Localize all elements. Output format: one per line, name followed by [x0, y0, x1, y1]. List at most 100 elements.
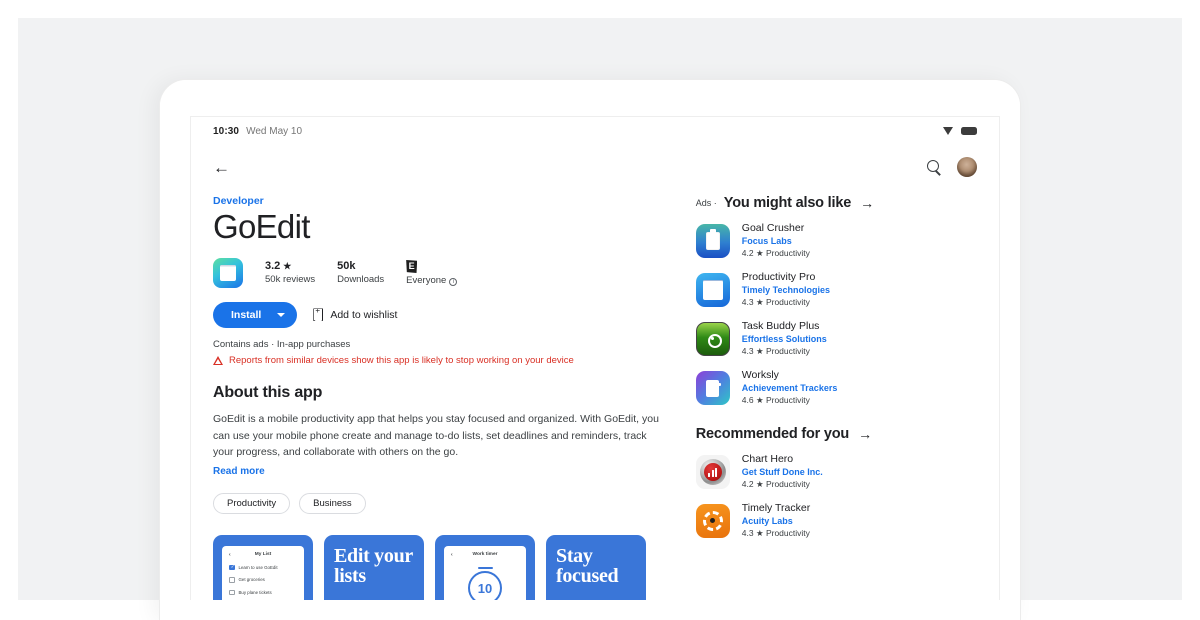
list-item[interactable]: Chart Hero Get Stuff Done Inc. 4.2 ★ Pro…	[695, 453, 979, 490]
content-rating-text: Everyone	[406, 274, 447, 286]
app-icon-task-buddy-plus	[695, 321, 730, 356]
content-rating-icon: E	[406, 259, 418, 273]
warning-text: Reports from similar devices show this a…	[229, 354, 574, 366]
wifi-icon	[943, 126, 954, 136]
app-rating: 4.3 ★ Productivity	[741, 297, 810, 307]
checkbox-checked-icon	[229, 564, 235, 571]
timer-graphic: 10	[451, 566, 519, 600]
status-date: Wed May 10	[246, 125, 303, 137]
app-developer[interactable]: Focus Labs	[742, 236, 810, 246]
app-screen: 10:30 Wed May 10 ← Developer GoEdit 3.2 …	[190, 116, 1000, 600]
app-info: Worksly Achievement Trackers 4.6 ★ Produ…	[742, 369, 838, 406]
app-name: Worksly	[741, 369, 779, 381]
arrow-right-icon[interactable]: →	[858, 426, 872, 442]
arrow-right-icon[interactable]: →	[860, 195, 874, 211]
chip-business[interactable]: Business	[299, 492, 366, 514]
rail-header-ads: Ads · You might also like →	[696, 195, 979, 211]
ads-label: Ads ·	[695, 198, 717, 208]
about-description: GoEdit is a mobile productivity app that…	[213, 412, 659, 459]
app-info: Chart Hero Get Stuff Done Inc. 4.2 ★ Pro…	[742, 453, 823, 490]
preview-header: ‹ My List	[229, 552, 297, 558]
app-name: Task Buddy Plus	[741, 320, 820, 332]
app-icon-goal-crusher	[695, 223, 730, 258]
rail-title: You might also like	[723, 195, 852, 211]
list-item[interactable]: Timely Tracker Acuity Labs 4.3 ★ Product…	[695, 502, 979, 539]
status-bar: 10:30 Wed May 10	[191, 117, 999, 145]
app-title: GoEdit	[213, 208, 310, 245]
app-developer[interactable]: Get Stuff Done Inc.	[742, 467, 823, 477]
search-icon[interactable]	[927, 160, 941, 174]
app-developer[interactable]: Effortless Solutions	[742, 334, 827, 344]
chevron-down-icon[interactable]	[277, 312, 286, 317]
screenshot-card[interactable]: Stay focused	[546, 534, 646, 600]
app-sub-meta: Contains ads · In-app purchases	[213, 338, 351, 350]
screenshot-card[interactable]: ‹ My List Learn to use GoEdit Get grocer…	[213, 534, 313, 600]
warning-triangle-icon	[213, 355, 223, 365]
checkbox-icon	[229, 577, 235, 583]
app-name: Chart Hero	[741, 453, 794, 465]
list-item[interactable]: Worksly Achievement Trackers 4.6 ★ Produ…	[695, 369, 979, 406]
app-developer[interactable]: Achievement Trackers	[742, 383, 838, 393]
read-more-link[interactable]: Read more	[213, 466, 660, 477]
screenshot-caption: Stay focused	[556, 544, 619, 588]
app-icon-timely-tracker	[695, 503, 730, 538]
star-icon: ★	[283, 260, 292, 271]
app-name: Productivity Pro	[741, 271, 816, 283]
rating-value: 3.2	[265, 260, 281, 273]
app-info: Productivity Pro Timely Technologies 4.3…	[742, 271, 830, 308]
wishlist-label: Add to wishlist	[330, 308, 398, 321]
nav-actions	[927, 157, 977, 177]
downloads-stat: 50k Downloads	[337, 260, 384, 285]
category-chips: Productivity Business	[213, 492, 660, 514]
avatar[interactable]	[957, 157, 977, 177]
ads-app-list: Goal Crusher Focus Labs 4.2 ★ Productivi…	[695, 222, 979, 406]
recommended-app-list: Chart Hero Get Stuff Done Inc. 4.2 ★ Pro…	[695, 453, 979, 539]
install-label: Install	[231, 308, 262, 321]
developer-link[interactable]: Developer	[213, 195, 660, 207]
list-item[interactable]: Goal Crusher Focus Labs 4.2 ★ Productivi…	[695, 222, 979, 259]
app-icon-worksly	[695, 370, 730, 405]
screenshot-list-preview: ‹ My List Learn to use GoEdit Get grocer…	[222, 545, 304, 600]
bar-chart-icon	[708, 467, 718, 477]
content-rating-label: Everyone i	[406, 274, 458, 286]
app-rating: 4.2 ★ Productivity	[741, 248, 810, 258]
chip-productivity[interactable]: Productivity	[213, 492, 291, 514]
screenshot-gallery[interactable]: ‹ My List Learn to use GoEdit Get grocer…	[213, 534, 660, 600]
app-icon-chart-hero	[695, 454, 730, 489]
app-detail-column: Developer GoEdit 3.2 ★ 50k reviews 50k D…	[191, 195, 682, 600]
screenshot-timer-preview: ‹ Work timer 10	[444, 545, 526, 600]
list-item-label: Get groceries	[238, 577, 265, 583]
list-item: Get groceries	[229, 577, 297, 583]
screenshot-card[interactable]: Edit your lists	[324, 534, 424, 600]
info-icon[interactable]: i	[449, 277, 458, 286]
back-button[interactable]: ←	[213, 159, 230, 176]
downloads-value: 50k	[337, 260, 356, 273]
screenshot-card[interactable]: ‹ Work timer 10	[435, 534, 535, 600]
app-rating: 4.3 ★ Productivity	[741, 346, 810, 356]
battery-icon	[961, 127, 977, 135]
rating-stat: 3.2 ★ 50k reviews	[265, 260, 315, 285]
list-item: Buy plane tickets	[229, 589, 297, 596]
app-developer[interactable]: Acuity Labs	[742, 516, 810, 526]
tablet-bezel	[160, 80, 1020, 118]
content-rating-stat: E Everyone i	[406, 259, 458, 286]
status-icons	[943, 126, 977, 136]
list-item: Learn to use GoEdit	[229, 564, 297, 571]
add-to-wishlist-button[interactable]: Add to wishlist	[313, 308, 398, 322]
app-name: Timely Tracker	[741, 502, 811, 514]
recommendations-column: Ads · You might also like → Goal Crusher…	[682, 195, 999, 600]
screenshot-caption: Edit your lists	[334, 544, 413, 588]
install-button[interactable]: Install	[213, 301, 298, 328]
app-info: Task Buddy Plus Effortless Solutions 4.3…	[742, 320, 827, 357]
timer-stem-icon	[477, 566, 493, 570]
list-item[interactable]: Task Buddy Plus Effortless Solutions 4.3…	[695, 320, 979, 357]
app-developer[interactable]: Timely Technologies	[742, 285, 830, 295]
page-content: Developer GoEdit 3.2 ★ 50k reviews 50k D…	[191, 189, 999, 600]
downloads-label: Downloads	[337, 274, 385, 286]
list-item[interactable]: Productivity Pro Timely Technologies 4.3…	[695, 271, 979, 308]
compatibility-warning: Reports from similar devices show this a…	[213, 355, 660, 366]
app-info: Timely Tracker Acuity Labs 4.3 ★ Product…	[742, 502, 810, 539]
preview-title: Work timer	[472, 552, 498, 558]
app-meta-row: 3.2 ★ 50k reviews 50k Downloads E Everyo…	[213, 257, 660, 288]
list-item-label: Learn to use GoEdit	[238, 564, 278, 570]
